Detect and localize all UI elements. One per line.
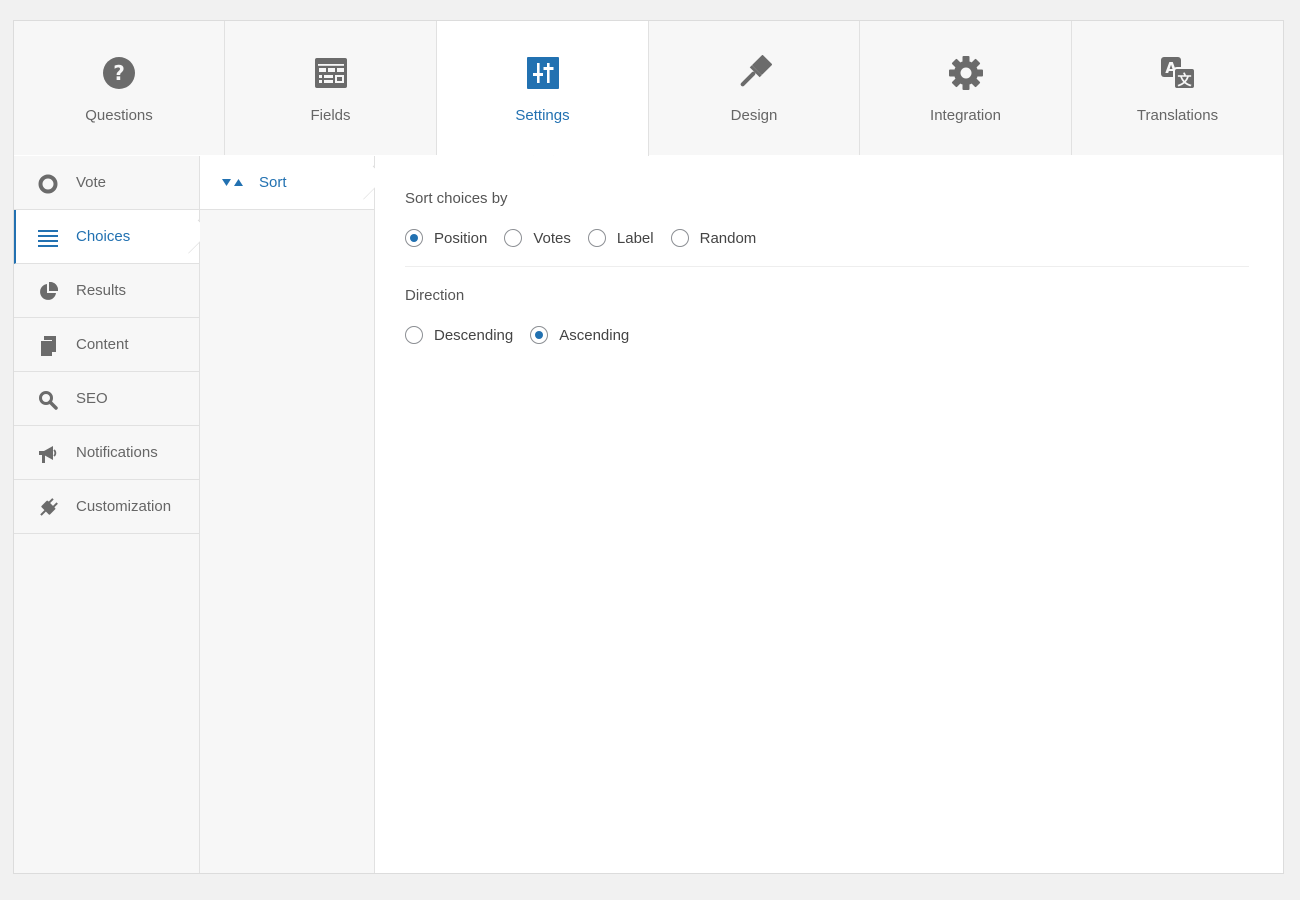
radio-label: Label (616, 229, 654, 247)
top-tabs: ? Questions Fields Settings Design Integ… (14, 21, 1283, 156)
sidebar-item-results[interactable]: Results (14, 264, 199, 318)
search-icon (39, 391, 58, 410)
tab-questions[interactable]: ? Questions (14, 21, 225, 155)
radio-label: Position (434, 229, 488, 247)
direction-title: Direction (405, 287, 465, 304)
sidebar-item-notifications[interactable]: Notifications (14, 426, 199, 480)
pie-chart-icon (40, 282, 58, 300)
direction-group: Direction Descending Ascending (405, 287, 1249, 344)
subnav: Sort (200, 156, 375, 873)
sidebar: Vote Choices Results Content SEO Notific… (14, 156, 200, 873)
circle-icon (38, 174, 58, 194)
divider (405, 266, 1249, 267)
form-fields-icon (314, 58, 347, 88)
question-circle-icon: ? (103, 57, 135, 89)
subnav-item-sort[interactable]: Sort (200, 156, 374, 210)
tab-label: Settings (515, 107, 570, 124)
radio-dot[interactable] (405, 229, 423, 247)
radio-random[interactable]: Random (670, 229, 757, 247)
sliders-icon (526, 57, 559, 89)
subnav-item-label: Sort (259, 174, 287, 191)
sidebar-item-label: Choices (76, 228, 131, 245)
tab-translations[interactable]: A 文 Translations (1072, 21, 1283, 155)
radio-dot[interactable] (587, 229, 606, 247)
translation-icon: A 文 (1160, 57, 1196, 90)
radio-dot[interactable] (530, 326, 549, 344)
settings-content: Sort choices by Position Votes Label Ran… (375, 156, 1283, 873)
sort-icon (222, 179, 243, 186)
tab-label: Questions (85, 107, 153, 124)
radio-descending[interactable]: Descending (405, 326, 513, 344)
sidebar-item-content[interactable]: Content (14, 318, 199, 372)
radio-label: Votes (533, 229, 571, 247)
tab-settings[interactable]: Settings (437, 21, 649, 156)
tab-label: Translations (1136, 107, 1219, 124)
svg-text:文: 文 (1177, 72, 1192, 89)
sidebar-item-choices[interactable]: Choices (14, 210, 199, 264)
sort-by-group: Sort choices by Position Votes Label Ran… (405, 190, 1249, 247)
tab-design[interactable]: Design (649, 21, 860, 155)
radio-dot[interactable] (504, 229, 523, 247)
tab-fields[interactable]: Fields (225, 21, 437, 155)
tab-integration[interactable]: Integration (860, 21, 1072, 155)
megaphone-icon (39, 446, 57, 463)
sidebar-item-label: Customization (76, 498, 172, 515)
radio-label: Descending (434, 326, 514, 344)
settings-panel: ? Questions Fields Settings Design Integ… (13, 20, 1284, 874)
sidebar-item-customization[interactable]: Customization (14, 480, 199, 534)
tab-label: Integration (930, 107, 1001, 124)
sort-by-radios: Position Votes Label Random (405, 229, 1249, 247)
tab-label: Fields (310, 107, 351, 124)
sidebar-item-label: SEO (76, 390, 108, 407)
gear-icon (948, 56, 983, 90)
radio-label-option[interactable]: Label (587, 229, 654, 247)
radio-ascending[interactable]: Ascending (530, 326, 629, 344)
sidebar-item-label: Results (76, 282, 127, 299)
radio-label: Random (699, 229, 757, 247)
sidebar-item-vote[interactable]: Vote (14, 156, 199, 210)
radio-dot[interactable] (670, 229, 689, 247)
radio-label: Ascending (559, 326, 630, 344)
radio-votes[interactable]: Votes (504, 229, 571, 247)
sidebar-item-label: Notifications (76, 444, 158, 461)
paintbrush-icon (740, 55, 772, 87)
list-icon (38, 230, 58, 247)
sidebar-item-label: Vote (76, 174, 107, 191)
sidebar-item-label: Content (76, 336, 129, 353)
tab-label: Design (730, 107, 778, 124)
svg-text:?: ? (113, 61, 125, 85)
radio-position[interactable]: Position (405, 229, 487, 247)
plugin-icon (40, 498, 58, 516)
sort-by-title: Sort choices by (405, 190, 508, 207)
sidebar-item-seo[interactable]: SEO (14, 372, 199, 426)
radio-dot[interactable] (405, 326, 423, 344)
direction-radios: Descending Ascending (405, 326, 1249, 344)
pages-icon (40, 336, 56, 356)
